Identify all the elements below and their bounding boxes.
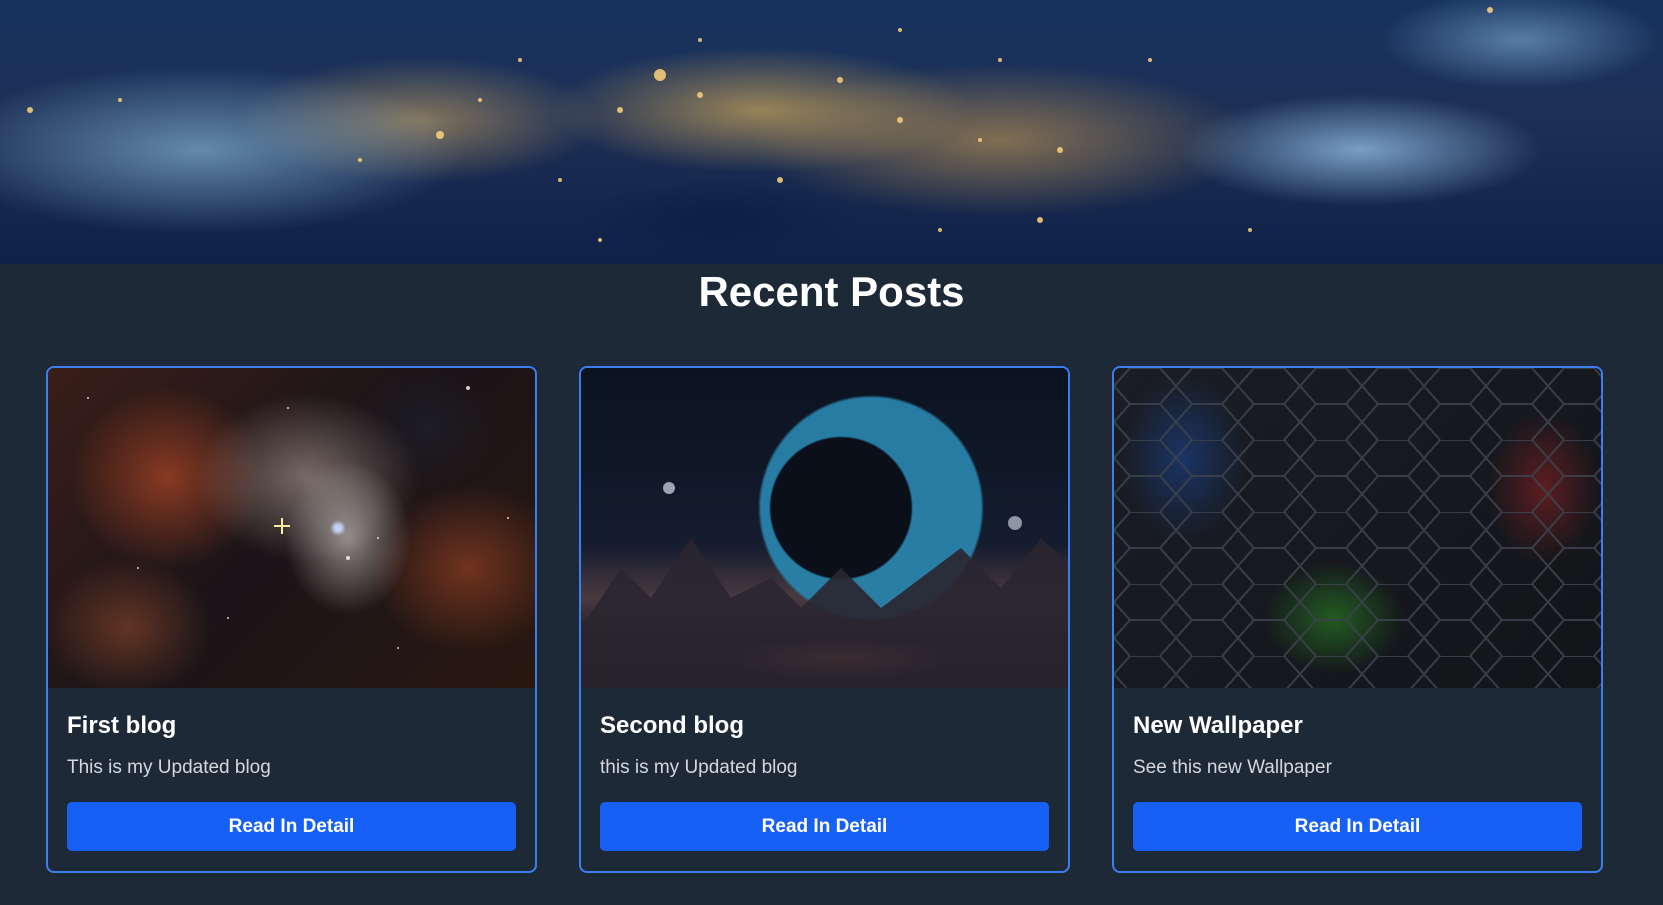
- post-title: Second blog: [600, 712, 744, 739]
- post-card: Second blog this is my Updated blog Read…: [579, 366, 1070, 873]
- star-field-decoration: [87, 386, 509, 649]
- read-in-detail-button[interactable]: Read In Detail: [600, 802, 1049, 851]
- page-title: Recent Posts: [698, 268, 965, 315]
- post-card: First blog This is my Updated blog Read …: [46, 366, 537, 873]
- post-title: First blog: [67, 712, 177, 739]
- hexagon-pattern: [1114, 368, 1601, 688]
- mountain-silhouette-decoration: [581, 482, 1068, 688]
- read-in-detail-button[interactable]: Read In Detail: [67, 802, 516, 851]
- read-in-detail-button[interactable]: Read In Detail: [1133, 802, 1582, 851]
- post-description: this is my Updated blog: [600, 757, 798, 778]
- post-title: New Wallpaper: [1133, 712, 1303, 739]
- post-description: This is my Updated blog: [67, 757, 271, 778]
- city-lights-overlay: [27, 7, 1493, 242]
- post-image: [1114, 368, 1601, 688]
- post-card: New Wallpaper See this new Wallpaper Rea…: [1112, 366, 1603, 873]
- post-description: See this new Wallpaper: [1133, 757, 1332, 778]
- hero-earth-image: [0, 0, 1663, 264]
- post-image: [581, 368, 1068, 688]
- post-image: [48, 368, 535, 688]
